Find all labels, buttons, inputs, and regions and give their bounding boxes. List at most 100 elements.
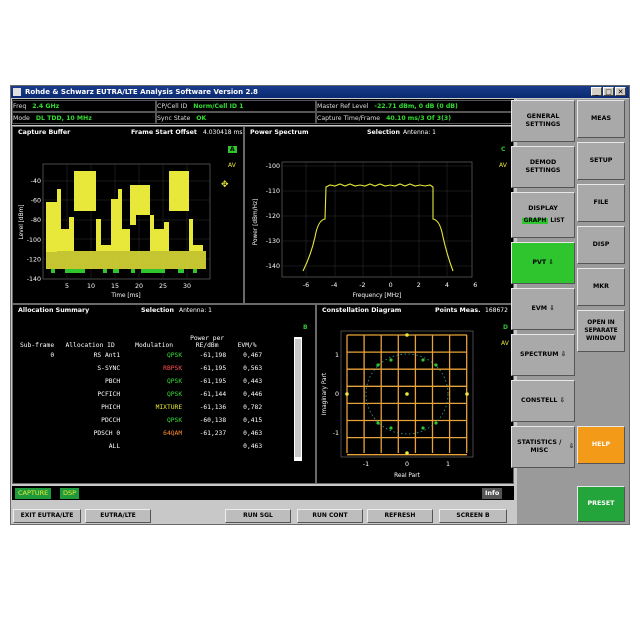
evm-label: EVM	[531, 305, 547, 312]
allocation-id-cell: S-SYNC	[97, 365, 121, 372]
capture-x-tick-label: 15	[111, 283, 119, 290]
spectrum-dropdown-icon: ⇩	[560, 351, 567, 358]
file-button[interactable]: FILE	[577, 184, 625, 222]
alloc-scroll-thumb[interactable]	[295, 339, 301, 457]
capture-x-tick-label: 20	[135, 283, 143, 290]
table-row[interactable]: PHICH MIXTURE -61,136 0,782	[17, 401, 265, 414]
table-row[interactable]: ALL 0,463	[17, 440, 265, 453]
header-allocation-id: Allocation ID	[65, 342, 115, 349]
constellation-panel[interactable]: Constellation Diagram Points Meas. 16867…	[316, 304, 514, 484]
constellation-y-tick-label: -1	[333, 430, 339, 437]
table-row[interactable]: PCFICH QPSK -61,144 0,446	[17, 388, 265, 401]
spectrum-x-tick-label: -4	[331, 282, 337, 289]
constellation-qpsk-point	[376, 421, 380, 425]
alloc-scrollbar[interactable]	[294, 337, 302, 461]
pvt-button[interactable]: PVT ⇩	[511, 242, 575, 284]
constellation-reference-point	[405, 392, 409, 396]
graph-option[interactable]: GRAPH	[521, 218, 549, 224]
spectrum-y-tick-label: -100	[266, 163, 280, 170]
demod-settings-button[interactable]: DEMOD SETTINGS	[511, 146, 575, 188]
display-button[interactable]: DISPLAY GRAPH LIST	[511, 192, 575, 238]
table-row[interactable]: 0 RS Ant1 QPSK -61,198 0,467	[17, 349, 265, 362]
spectrum-trace	[302, 183, 454, 272]
statistics-label: STATISTICS / MISC	[517, 439, 562, 454]
constellation-y-tick-label: 1	[335, 352, 339, 359]
constellation-qpsk-point	[434, 421, 438, 425]
cpcell-label: CP/Cell ID	[157, 103, 188, 110]
power-cell: -61,237	[199, 430, 227, 437]
power-cell: -61,136	[199, 404, 227, 411]
run-cont-button[interactable]: RUN CONT	[297, 509, 363, 523]
capture-time-value: 40.10 ms/3 Of 3(3)	[386, 115, 452, 122]
constellation-reference-point	[465, 392, 469, 396]
power-spectrum-panel[interactable]: Power Spectrum Selection Antenna: 1 C AV…	[244, 126, 514, 304]
table-row[interactable]: PBCH QPSK -61,195 0,443	[17, 375, 265, 388]
evm-cell: 0,563	[243, 365, 263, 372]
status-bar: CAPTURE DSP Info	[12, 486, 514, 500]
statistics-dropdown-icon: ⇩	[568, 443, 574, 450]
statistics-button[interactable]: STATISTICS / MISC ⇩	[511, 426, 575, 468]
capture-x-tick-label: 5	[65, 283, 69, 290]
modulation-cell	[123, 440, 185, 453]
spectrum-y-tick-label: -130	[266, 238, 280, 245]
constellation-qpsk-point	[421, 426, 425, 430]
maximize-button[interactable]: □	[603, 87, 614, 96]
constell-button[interactable]: CONSTELL ⇩	[511, 380, 575, 422]
spectrum-x-tick-label: 0	[389, 282, 393, 289]
allocation-table: Sub-frame Allocation ID Modulation Power…	[17, 335, 265, 453]
capture-y-tick-label: -40	[31, 178, 41, 185]
graph-list-toggle[interactable]: GRAPH LIST	[521, 217, 564, 225]
constellation-x-tick-label: 1	[446, 461, 450, 468]
screen-b-button[interactable]: SCREEN B	[439, 509, 507, 523]
spectrum-y-tick-label: -120	[266, 213, 280, 220]
open-separate-window-button[interactable]: OPEN IN SEPARATE WINDOW	[577, 310, 625, 352]
table-row[interactable]: PDCCH QPSK -60,138 0,415	[17, 414, 265, 427]
power-cell: -61,195	[199, 365, 227, 372]
capture-ylabel: Level [dBm]	[19, 205, 25, 240]
freq-info: Freq 2.4 GHz	[12, 100, 156, 112]
allocation-id-cell: PDCCH	[101, 417, 121, 424]
subframe-cell	[17, 427, 57, 440]
mkr-button[interactable]: MKR	[577, 268, 625, 306]
evm-cell: 0,782	[243, 404, 263, 411]
table-row[interactable]: PDSCH 0 64QAM -61,237 0,463	[17, 427, 265, 440]
preset-button[interactable]: PRESET	[577, 486, 625, 522]
exit-eutra-button[interactable]: EXIT EUTRA/LTE	[13, 509, 81, 523]
table-row[interactable]: S-SYNC RBPSK -61,195 0,563	[17, 362, 265, 375]
close-button[interactable]: ✕	[615, 87, 626, 96]
minimize-button[interactable]: _	[591, 87, 602, 96]
spectrum-button[interactable]: SPECTRUM ⇩	[511, 334, 575, 376]
general-settings-button[interactable]: GENERAL SETTINGS	[511, 100, 575, 142]
eutra-lte-button[interactable]: EUTRA/LTE	[85, 509, 151, 523]
constellation-qpsk-point	[376, 363, 380, 367]
mode-label: Mode	[13, 115, 30, 122]
refresh-button[interactable]: REFRESH	[367, 509, 433, 523]
subframe-cell: 0	[50, 352, 55, 359]
help-button[interactable]: HELP	[577, 426, 625, 464]
title-bar: Rohde & Schwarz EUTRA/LTE Analysis Softw…	[11, 86, 629, 98]
alloc-selection-value: Antenna: 1	[179, 307, 212, 314]
allocation-summary-panel[interactable]: Allocation Summary Selection Antenna: 1 …	[12, 304, 316, 484]
list-option[interactable]: LIST	[550, 218, 564, 224]
capture-buffer-panel[interactable]: Capture Buffer Frame Start Offset 4.0304…	[12, 126, 244, 304]
display-label: DISPLAY	[528, 205, 558, 212]
evm-cell: 0,463	[243, 430, 263, 437]
info-button[interactable]: Info	[482, 488, 503, 499]
disp-button[interactable]: DISP	[577, 226, 625, 264]
allocation-id-cell: RS Ant1	[93, 352, 121, 359]
modulation-cell: QPSK	[166, 378, 183, 385]
run-sgl-button[interactable]: RUN SGL	[225, 509, 291, 523]
header-evm: EVM/%	[237, 342, 257, 349]
freq-label: Freq	[13, 103, 27, 110]
constellation-y-tick-label: 0	[335, 391, 339, 398]
modulation-cell: QPSK	[166, 391, 183, 398]
power-cell: -61,144	[199, 391, 227, 398]
constellation-ylabel: Imaginary Part	[322, 372, 328, 415]
capture-y-tick-label: -120	[27, 256, 41, 263]
evm-button[interactable]: EVM ⇩	[511, 288, 575, 330]
meas-button[interactable]: MEAS	[577, 100, 625, 138]
evm-cell: 0,415	[243, 417, 263, 424]
constellation-plot: -1 0 1 1 0 -1 Imaginary Part Real Part	[322, 330, 474, 479]
setup-button[interactable]: SETUP	[577, 142, 625, 180]
mref-info: Master Ref Level -22.71 dBm, 0 dB (0 dB)	[316, 100, 513, 112]
